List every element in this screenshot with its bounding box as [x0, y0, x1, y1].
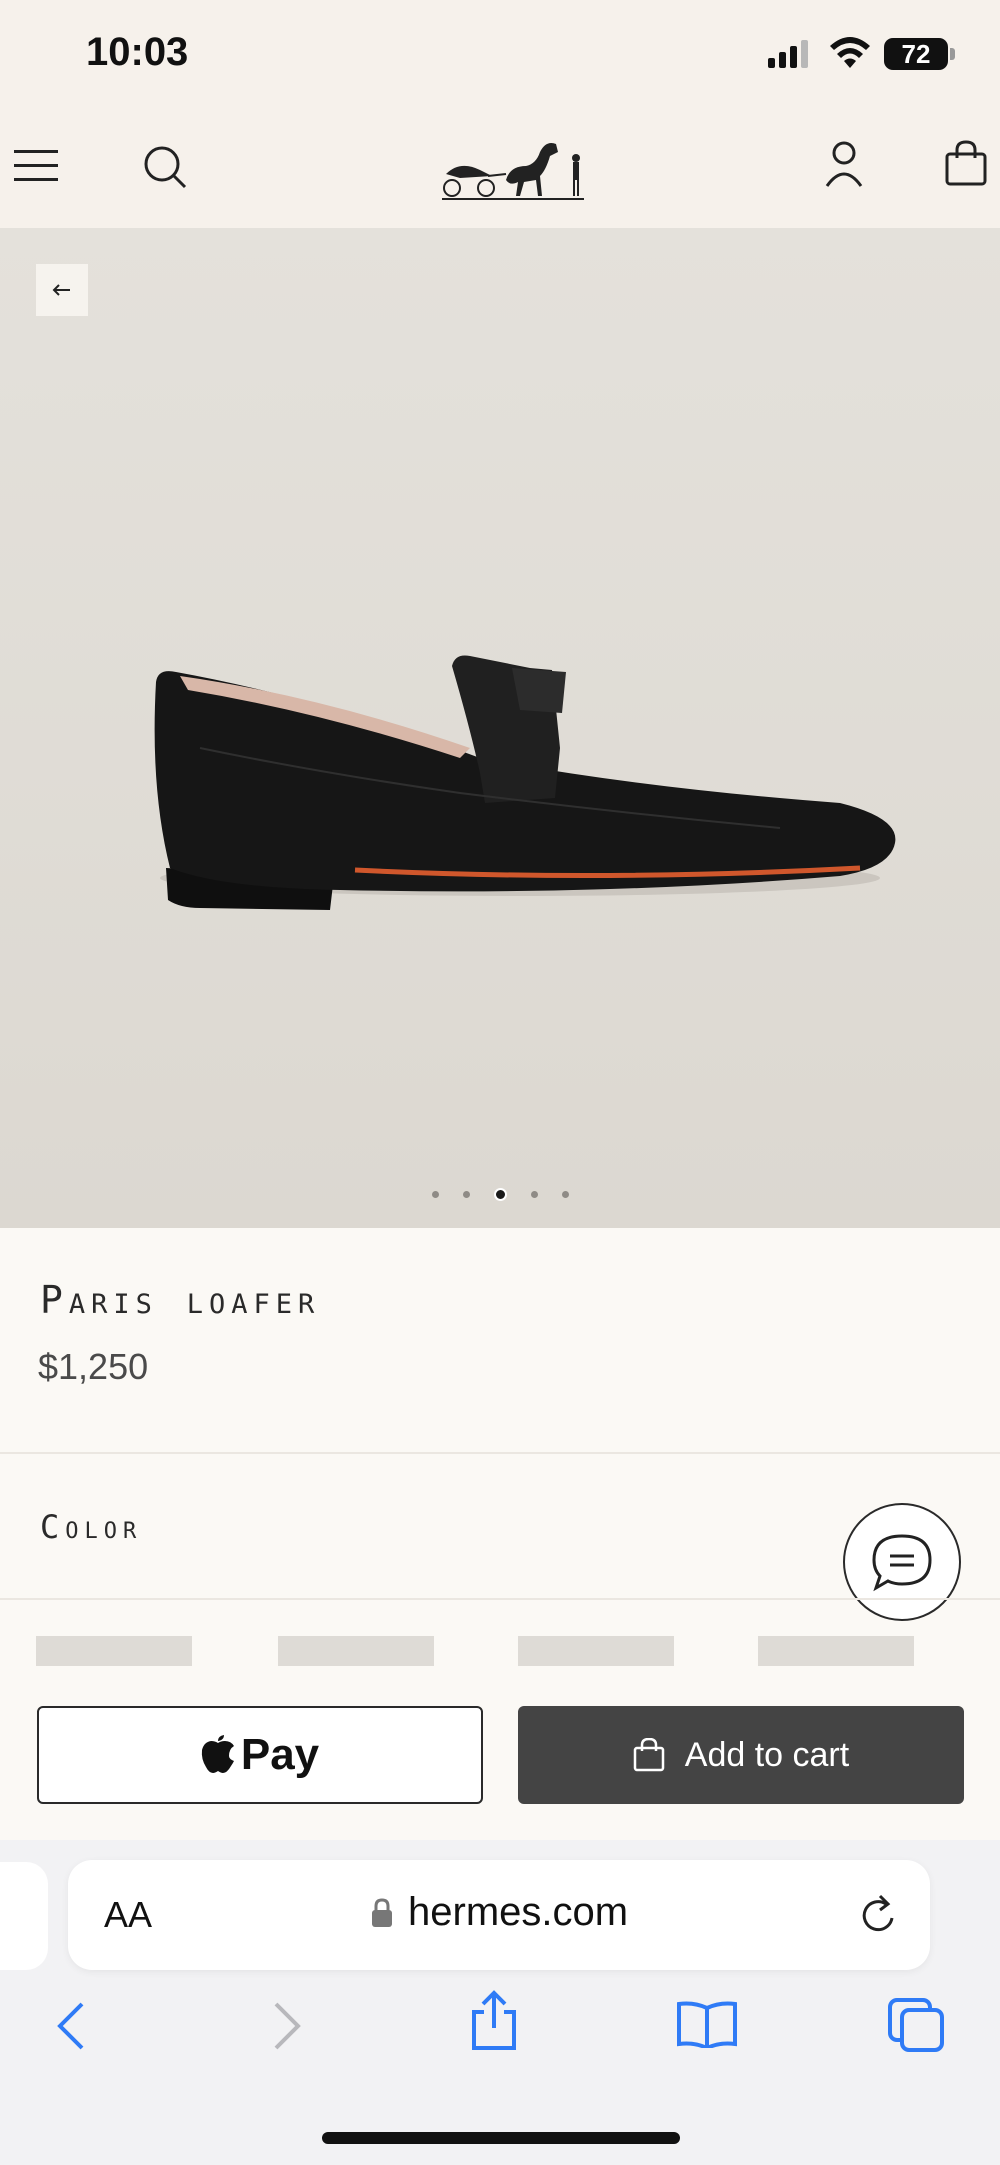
product-price: $1,250: [38, 1346, 149, 1387]
tabs-icon[interactable]: [886, 1996, 946, 2052]
shopping-bag-icon[interactable]: [944, 140, 988, 186]
product-title: Paris loafer: [40, 1278, 321, 1322]
pagination-dot[interactable]: [431, 1191, 439, 1198]
pagination-dot[interactable]: [561, 1191, 569, 1198]
search-icon[interactable]: [142, 144, 188, 190]
status-time: 10:03: [86, 30, 189, 74]
shopping-bag-icon: [633, 1738, 665, 1772]
apple-pay-button[interactable]: Pay: [37, 1706, 483, 1804]
apple-logo-icon: [201, 1735, 234, 1773]
add-to-cart-button[interactable]: Add to cart: [518, 1706, 964, 1804]
wifi-icon: [830, 37, 870, 68]
product-image-gallery[interactable]: [0, 228, 1000, 1228]
color-swatch[interactable]: [758, 1636, 914, 1666]
chat-button[interactable]: [843, 1503, 961, 1621]
color-swatch[interactable]: [518, 1636, 674, 1666]
battery-icon: 72: [884, 38, 948, 70]
divider: [0, 1452, 1000, 1454]
chat-bubble-icon: [872, 1534, 932, 1592]
pagination-dot-active[interactable]: [493, 1188, 507, 1201]
color-swatch[interactable]: [278, 1636, 434, 1666]
forward-arrow-icon[interactable]: [268, 1998, 304, 2054]
previous-tab-preview[interactable]: [0, 1862, 48, 1970]
account-icon[interactable]: [824, 140, 864, 188]
cellular-signal-icon: [768, 40, 808, 68]
site-header: [0, 110, 1000, 228]
add-to-cart-label: Add to cart: [684, 1735, 850, 1774]
color-swatch[interactable]: [36, 1636, 192, 1666]
pagination-dot[interactable]: [462, 1191, 470, 1198]
reload-icon[interactable]: [858, 1892, 900, 1936]
status-bar: 10:03 72: [0, 0, 1000, 110]
gallery-pagination[interactable]: [0, 1188, 1000, 1201]
pagination-dot[interactable]: [530, 1191, 538, 1198]
divider: [0, 1598, 1000, 1600]
apple-pay-label: Pay: [240, 1730, 320, 1779]
lock-icon: [372, 1898, 392, 1927]
home-indicator[interactable]: [322, 2132, 680, 2144]
battery-tip: [950, 48, 955, 60]
product-image: [154, 655, 896, 910]
color-label: Color: [40, 1508, 143, 1546]
bookmarks-icon[interactable]: [676, 2000, 738, 2048]
hamburger-icon[interactable]: [14, 148, 58, 184]
back-arrow-icon[interactable]: [54, 1998, 90, 2054]
url-domain[interactable]: hermes.com: [408, 1890, 628, 1935]
address-bar[interactable]: AA hermes.com: [68, 1860, 930, 1970]
hermes-carriage-logo[interactable]: [440, 130, 586, 206]
text-size-button[interactable]: AA: [104, 1894, 152, 1936]
share-icon[interactable]: [468, 1990, 520, 2052]
